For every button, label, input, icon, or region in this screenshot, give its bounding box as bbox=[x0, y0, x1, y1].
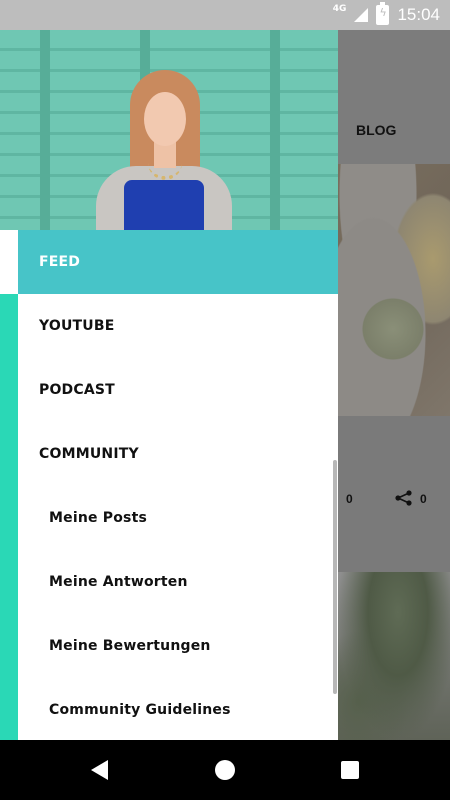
shutter-frame bbox=[270, 30, 280, 230]
system-nav-bar bbox=[0, 740, 450, 800]
clock: 15:04 bbox=[397, 5, 440, 24]
scrollbar[interactable] bbox=[333, 460, 337, 694]
menu-item-community[interactable]: COMMUNITY bbox=[18, 422, 338, 486]
shutter-frame bbox=[40, 30, 50, 230]
network-type: 4G bbox=[332, 4, 347, 14]
shares-count: 0 bbox=[420, 492, 427, 506]
share-icon[interactable] bbox=[394, 490, 414, 506]
background-toolbar bbox=[338, 30, 450, 164]
likes-count: 0 bbox=[346, 492, 353, 506]
home-icon[interactable] bbox=[215, 760, 235, 780]
menu-item-feed[interactable]: FEED bbox=[18, 230, 338, 294]
menu-item-meine-posts[interactable]: Meine Posts bbox=[18, 486, 338, 550]
face bbox=[144, 92, 186, 146]
status-bar: 4G 15:04 bbox=[0, 0, 450, 30]
drawer-header-image bbox=[0, 30, 338, 240]
profile-photo bbox=[96, 70, 232, 240]
accent-bar bbox=[0, 294, 18, 740]
menu-item-podcast[interactable]: PODCAST bbox=[18, 358, 338, 422]
navigation-drawer: FEED YOUTUBE PODCAST COMMUNITY Meine Pos… bbox=[0, 30, 338, 740]
palm-image bbox=[338, 572, 450, 740]
battery-icon bbox=[376, 2, 390, 25]
food-image bbox=[338, 164, 450, 416]
menu-item-meine-antworten[interactable]: Meine Antworten bbox=[18, 550, 338, 614]
menu-item-meine-bewertungen[interactable]: Meine Bewertungen bbox=[18, 614, 338, 678]
menu-item-youtube[interactable]: YOUTUBE bbox=[18, 294, 338, 358]
tab-blog[interactable]: BLOG bbox=[356, 122, 396, 138]
back-icon[interactable] bbox=[91, 760, 108, 780]
recents-icon[interactable] bbox=[341, 761, 359, 779]
drawer-menu: FEED YOUTUBE PODCAST COMMUNITY Meine Pos… bbox=[0, 230, 338, 740]
signal-icon bbox=[354, 8, 369, 22]
menu-item-community-guidelines[interactable]: Community Guidelines bbox=[18, 678, 338, 740]
